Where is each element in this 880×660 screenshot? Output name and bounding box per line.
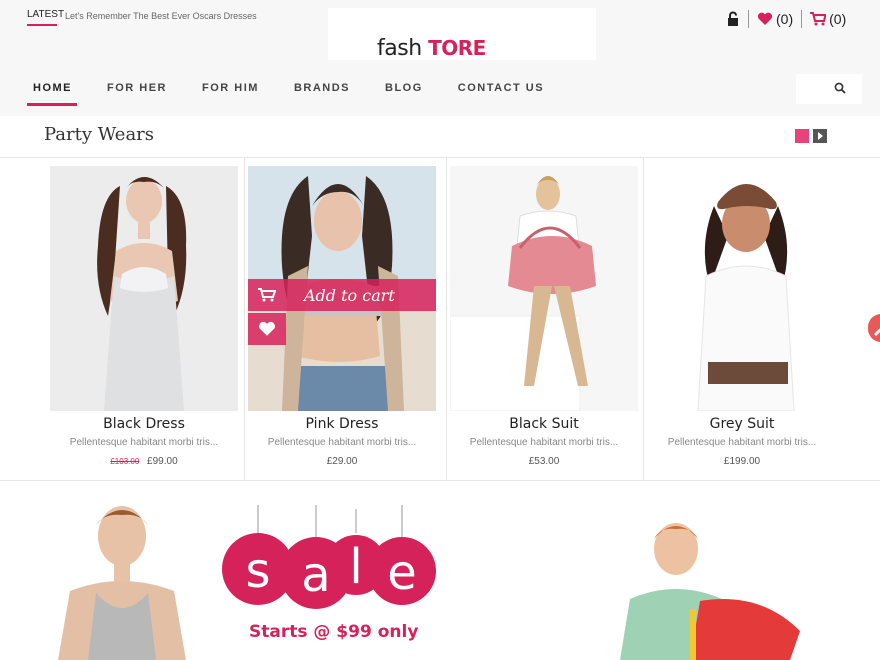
sale-subtitle: Starts @ $99 only [249,622,419,642]
product-current-price: £53.00 [528,456,560,467]
sale-letter: s [245,543,270,599]
product-description: Pellentesque habitant morbi tris... [267,437,417,448]
product-old-price: £103.00 [110,457,140,466]
latest-headline[interactable]: Let's Remember The Best Ever Oscars Dres… [65,11,257,21]
logo-text-part2: TORE [428,36,486,60]
cart-link[interactable]: (0) [810,11,846,27]
product-photo [50,166,238,411]
login-button[interactable] [726,11,740,27]
wishlist-link[interactable]: (0) [757,11,793,27]
nav-brands[interactable]: BRANDS [288,78,350,106]
cart-icon [258,288,276,302]
sale-letter: a [301,547,330,603]
sale-letter: l [349,539,362,595]
product-card[interactable]: Black Dress Pellentesque habitant morbi … [50,166,238,467]
add-to-wishlist-button[interactable] [248,313,286,345]
sale-letter: e [387,545,417,601]
latest-underline [27,24,57,26]
product-name[interactable]: Pink Dress [248,416,436,432]
product-photo [648,166,836,411]
cart-icon [810,12,827,26]
product-photo [450,166,638,411]
separator [801,10,803,28]
search-input[interactable] [796,74,862,104]
product-description: Pellentesque habitant morbi tris... [69,437,219,448]
product-image[interactable] [450,166,638,411]
product-description: Pellentesque habitant morbi tris... [469,437,619,448]
column-divider [446,157,447,480]
carousel-prev-button[interactable] [795,129,809,143]
latest-label: LATEST [27,9,65,20]
cart-count: (0) [829,11,847,27]
nav-contact-us[interactable]: CONTACT US [452,78,544,106]
product-current-price: £99.00 [147,456,178,467]
logo-text-part1: fash [377,36,422,61]
side-panel-toggle[interactable] [868,314,880,342]
pencil-icon [874,328,880,336]
product-price: £103.00 £99.00 [50,456,238,467]
heart-icon [259,321,275,336]
product-name[interactable]: Black Dress [50,416,238,432]
search-icon[interactable] [834,82,846,94]
product-card[interactable]: Black Suit Pellentesque habitant morbi t… [450,166,638,467]
product-name[interactable]: Grey Suit [648,416,836,432]
nav-for-him[interactable]: FOR HIM [196,78,259,106]
product-card[interactable]: Grey Suit Pellentesque habitant morbi tr… [648,166,836,467]
header-actions: (0) (0) [726,8,846,30]
add-to-cart-button[interactable]: Add to cart [248,279,436,311]
column-divider [244,157,245,480]
nav-blog[interactable]: BLOG [379,78,423,106]
section-title: Party Wears [44,124,155,145]
column-divider [643,157,644,480]
product-description: Pellentesque habitant morbi tris... [667,437,817,448]
heart-icon [757,12,773,25]
add-to-cart-label: Add to cart [304,285,395,305]
wishlist-count: (0) [776,11,794,27]
product-name[interactable]: Black Suit [450,416,638,432]
product-price: £29.00 [248,456,436,467]
site-logo[interactable]: fash TORE [377,36,486,61]
product-image[interactable] [50,166,238,411]
carousel-next-button[interactable] [813,129,827,143]
separator [748,10,749,28]
product-card[interactable]: Add to cart Pink Dress Pellentesque habi… [248,166,436,467]
product-current-price: £29.00 [326,456,358,467]
product-price: £199.00 [648,456,836,467]
product-image[interactable] [648,166,836,411]
lock-icon [728,11,738,26]
main-nav: HOME FOR HER FOR HIM BRANDS BLOG CONTACT… [27,78,573,106]
nav-for-her[interactable]: FOR HER [101,78,167,106]
sale-banner[interactable] [0,481,880,660]
divider [0,157,880,158]
product-current-price: £199.00 [723,456,761,467]
sale-letters: s a l e [245,539,417,603]
product-image[interactable]: Add to cart [248,166,436,411]
product-price: £53.00 [450,456,638,467]
nav-home[interactable]: HOME [27,78,77,106]
